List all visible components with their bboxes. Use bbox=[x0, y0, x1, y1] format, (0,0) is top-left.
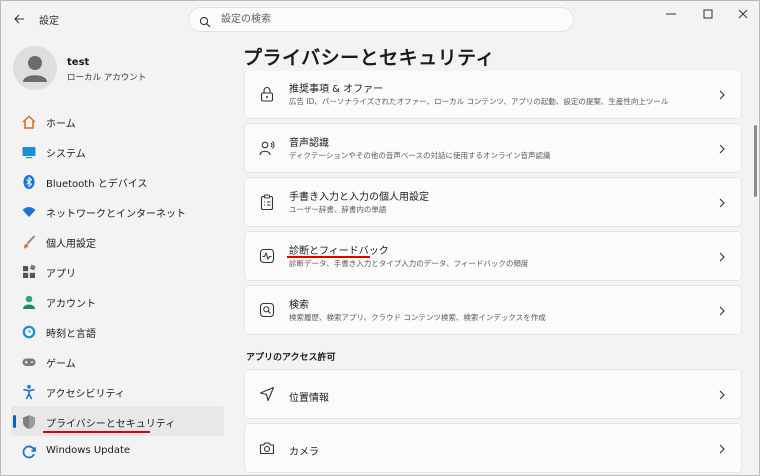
sidebar-item-accounts[interactable]: アカウント bbox=[11, 286, 224, 316]
sidebar-item-label: Windows Update bbox=[46, 445, 131, 456]
minimize-button[interactable] bbox=[656, 5, 686, 23]
card-title: 音声認識 bbox=[289, 138, 329, 149]
accessibility-icon bbox=[20, 383, 37, 400]
card-description: ユーザー辞書、辞書内の単語 bbox=[289, 205, 387, 214]
scrollbar-thumb[interactable] bbox=[754, 125, 757, 197]
back-button[interactable] bbox=[9, 9, 29, 29]
chevron-right-icon bbox=[717, 196, 727, 210]
user-account-type: ローカル アカウント bbox=[67, 73, 147, 83]
apps-icon bbox=[20, 263, 37, 280]
card-description: ディクテーションやその他の音声ベースの対話に使用するオンライン音声認識 bbox=[289, 151, 551, 160]
sidebar-item-label: アプリ bbox=[46, 269, 76, 280]
time-language-icon bbox=[20, 323, 37, 340]
user-avatar-icon bbox=[23, 56, 47, 82]
sidebar-item-label: Bluetooth とデバイス bbox=[46, 179, 148, 190]
sidebar-item-label: 時刻と言語 bbox=[46, 329, 96, 340]
sidebar-item-network[interactable]: ネットワークとインターネット bbox=[11, 196, 224, 226]
sidebar-item-time-language[interactable]: 時刻と言語 bbox=[11, 316, 224, 346]
camera-icon bbox=[258, 439, 276, 457]
privacy-shield-icon bbox=[20, 413, 37, 430]
arrow-left-icon bbox=[13, 14, 24, 24]
card-title: カメラ bbox=[289, 447, 319, 458]
close-button[interactable] bbox=[728, 5, 758, 23]
sidebar-item-label: プライバシーとセキュリティ bbox=[46, 419, 176, 430]
chevron-right-icon bbox=[717, 88, 727, 102]
sidebar-item-home[interactable]: ホーム bbox=[11, 106, 224, 136]
card-camera[interactable]: カメラ bbox=[244, 423, 742, 473]
card-title: 手書き入力と入力の個人用設定 bbox=[289, 192, 429, 203]
card-recommendations-offers[interactable]: 推奨事項 & オファー 広告 ID、パーソナライズされたオファー、ローカル コン… bbox=[244, 71, 742, 119]
card-location[interactable]: 位置情報 bbox=[244, 369, 742, 419]
search-icon bbox=[199, 13, 211, 32]
settings-list: 推奨事項 & オファー 広告 ID、パーソナライズされたオファー、ローカル コン… bbox=[244, 71, 742, 476]
card-title: 推奨事項 & オファー bbox=[289, 84, 384, 95]
speech-icon bbox=[258, 139, 276, 157]
sidebar-item-label: ホーム bbox=[46, 119, 76, 130]
location-icon bbox=[258, 385, 276, 403]
maximize-icon bbox=[703, 9, 713, 19]
minimize-icon bbox=[666, 13, 676, 15]
diagnostics-icon bbox=[258, 247, 276, 265]
home-icon bbox=[20, 113, 37, 130]
card-title: 診断とフィードバック bbox=[289, 246, 389, 257]
account-icon bbox=[20, 293, 37, 310]
user-name: test bbox=[67, 57, 90, 68]
section-header-app-permissions: アプリのアクセス許可 bbox=[246, 353, 336, 363]
system-icon bbox=[20, 143, 37, 160]
annotation-underline-diagnostics bbox=[287, 256, 370, 258]
sidebar-nav: ホーム システム Bluetooth とデバイス ネットワークとインターネット … bbox=[11, 106, 224, 466]
sidebar-item-accessibility[interactable]: アクセシビリティ bbox=[11, 376, 224, 406]
sidebar-item-bluetooth[interactable]: Bluetooth とデバイス bbox=[11, 166, 224, 196]
clipboard-list-icon bbox=[258, 193, 276, 211]
card-description: 検索履歴、検索アプリ、クラウド コンテンツ検索、検索インデックスを作成 bbox=[289, 313, 546, 322]
card-title: 検索 bbox=[289, 300, 309, 311]
close-icon bbox=[738, 9, 748, 19]
sidebar-item-windows-update[interactable]: Windows Update bbox=[11, 436, 224, 466]
card-inking-typing[interactable]: 手書き入力と入力の個人用設定 ユーザー辞書、辞書内の単語 bbox=[244, 177, 742, 227]
annotation-underline-privacy bbox=[43, 431, 150, 433]
card-title: 位置情報 bbox=[289, 393, 329, 404]
network-icon bbox=[20, 203, 37, 220]
chevron-right-icon bbox=[717, 388, 727, 402]
sidebar-item-apps[interactable]: アプリ bbox=[11, 256, 224, 286]
chevron-right-icon bbox=[717, 142, 727, 156]
chevron-right-icon bbox=[717, 304, 727, 318]
card-description: 診断データ、手書き入力とタイプ入力のデータ、フィードバックの頻度 bbox=[289, 259, 529, 268]
chevron-right-icon bbox=[717, 250, 727, 264]
maximize-button[interactable] bbox=[693, 5, 723, 23]
sidebar-item-gaming[interactable]: ゲーム bbox=[11, 346, 224, 376]
card-search[interactable]: 検索 検索履歴、検索アプリ、クラウド コンテンツ検索、検索インデックスを作成 bbox=[244, 285, 742, 335]
windows-update-icon bbox=[20, 443, 37, 460]
sidebar-item-system[interactable]: システム bbox=[11, 136, 224, 166]
page-title: プライバシーとセキュリティ bbox=[243, 47, 495, 69]
card-description: 広告 ID、パーソナライズされたオファー、ローカル コンテンツ、アプリの起動、設… bbox=[289, 97, 669, 106]
sidebar-item-label: アカウント bbox=[46, 299, 96, 310]
search-box[interactable] bbox=[188, 7, 574, 32]
app-title: 設定 bbox=[39, 16, 59, 27]
bluetooth-icon bbox=[20, 173, 37, 190]
sidebar-item-label: アクセシビリティ bbox=[46, 389, 125, 400]
sidebar-item-label: ネットワークとインターネット bbox=[46, 209, 186, 220]
search-input[interactable] bbox=[221, 11, 551, 28]
sidebar-item-label: 個人用設定 bbox=[46, 239, 96, 250]
avatar[interactable] bbox=[13, 46, 57, 90]
sidebar-item-personalization[interactable]: 個人用設定 bbox=[11, 226, 224, 256]
chevron-right-icon bbox=[717, 442, 727, 456]
sidebar-item-label: ゲーム bbox=[46, 359, 76, 370]
gaming-icon bbox=[20, 353, 37, 370]
title-bar: 設定 bbox=[1, 1, 759, 37]
personalization-icon bbox=[20, 233, 37, 250]
search-box-icon bbox=[258, 301, 276, 319]
lock-icon bbox=[258, 85, 276, 103]
sidebar-item-label: システム bbox=[46, 149, 86, 160]
card-speech[interactable]: 音声認識 ディクテーションやその他の音声ベースの対話に使用するオンライン音声認識 bbox=[244, 123, 742, 173]
selection-indicator bbox=[13, 415, 16, 428]
